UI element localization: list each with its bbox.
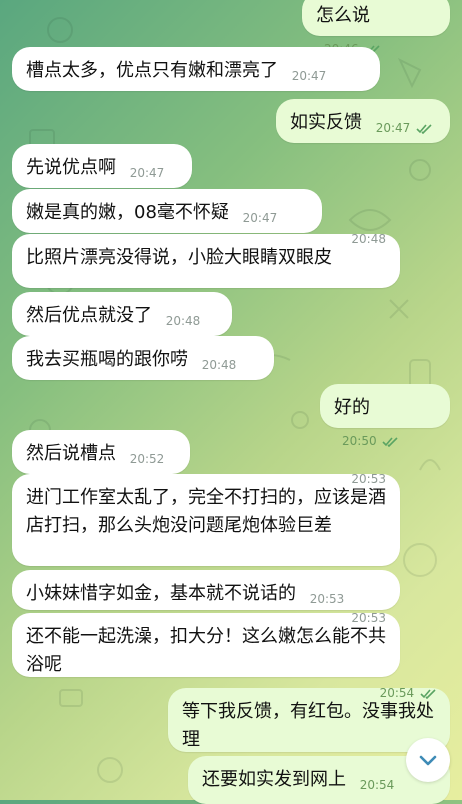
message-text: 小妹妹惜字如金，基本就不说话的 — [26, 583, 296, 604]
message-bubble[interactable]: 然后说槽点 20:52 — [12, 430, 190, 474]
chevron-down-icon — [419, 755, 437, 766]
message-bubble[interactable]: 还不能一起洗澡，扣大分！这么嫩怎么能不共浴呢 20:53 — [12, 611, 400, 677]
message-time: 20:54 — [359, 778, 395, 792]
message-text: 我去买瓶喝的跟你唠 — [26, 349, 188, 370]
double-check-icon — [382, 436, 398, 447]
message-bubble[interactable]: 如实反馈 20:47 — [276, 99, 450, 143]
message-bubble[interactable]: 嫩是真的嫩，08毫不怀疑 20:47 — [12, 189, 322, 233]
message-text: 然后优点就没了 — [26, 305, 152, 326]
message-time: 20:50 — [342, 434, 398, 448]
message-bubble[interactable]: 进门工作室太乱了，完全不打扫的，应该是酒店打扫，那么头炮没问题尾炮体验巨差 20… — [12, 472, 400, 566]
message-time: 20:47 — [291, 69, 327, 83]
message-bubble[interactable]: 小妹妹惜字如金，基本就不说话的 20:53 — [12, 570, 400, 610]
double-check-icon — [416, 123, 432, 134]
message-text: 槽点太多，优点只有嫩和漂亮了 — [26, 60, 278, 81]
message-time: 20:47 — [242, 211, 278, 225]
message-time: 20:48 — [201, 358, 237, 372]
double-check-icon — [420, 688, 436, 699]
message-text: 先说优点啊 — [26, 157, 116, 178]
message-text: 怎么说 — [316, 5, 370, 26]
message-text: 然后说槽点 — [26, 443, 116, 464]
message-time: 20:53 — [309, 592, 345, 606]
message-text: 好的 — [334, 397, 370, 418]
message-bubble[interactable]: 然后优点就没了 20:48 — [12, 292, 232, 336]
message-time: 20:47 — [376, 121, 432, 135]
message-list[interactable]: 怎么说 20:46 槽点太多，优点只有嫩和漂亮了 20:47 如实反馈 20:4… — [0, 0, 462, 804]
message-bubble[interactable]: 我去买瓶喝的跟你唠 20:48 — [12, 336, 274, 380]
message-bubble[interactable]: 比照片漂亮没得说，小脸大眼睛双眼皮 20:48 — [12, 232, 400, 288]
message-text: 比照片漂亮没得说，小脸大眼睛双眼皮 — [26, 247, 332, 268]
message-text: 进门工作室太乱了，完全不打扫的，应该是酒店打扫，那么头炮没问题尾炮体验巨差 — [26, 487, 386, 536]
message-bubble[interactable]: 怎么说 20:46 — [302, 0, 450, 56]
message-bubble[interactable]: 先说优点啊 20:47 — [12, 144, 192, 188]
message-bubble[interactable]: 槽点太多，优点只有嫩和漂亮了 20:47 — [12, 47, 380, 91]
time-label: 20:54 — [379, 686, 415, 700]
message-text: 如实反馈 — [290, 112, 362, 133]
message-bubble[interactable]: 等下我反馈，有红包。没事我处理 20:54 — [168, 686, 450, 752]
message-time: 20:53 — [351, 611, 386, 625]
message-text: 还不能一起洗澡，扣大分！这么嫩怎么能不共浴呢 — [26, 626, 386, 675]
message-text: 嫩是真的嫩，08毫不怀疑 — [26, 202, 229, 223]
message-time: 20:54 — [380, 686, 436, 744]
message-time: 20:47 — [129, 166, 165, 180]
message-text: 还要如实发到网上 — [202, 769, 346, 790]
message-time: 20:52 — [129, 452, 165, 466]
time-label: 20:47 — [375, 121, 411, 135]
message-time: 20:48 — [165, 314, 201, 328]
message-time: 20:48 — [351, 232, 386, 246]
scroll-down-button[interactable] — [406, 738, 450, 782]
message-time: 20:53 — [351, 472, 386, 486]
message-bubble[interactable]: 好的 20:50 — [320, 384, 450, 448]
time-label: 20:50 — [342, 434, 377, 448]
